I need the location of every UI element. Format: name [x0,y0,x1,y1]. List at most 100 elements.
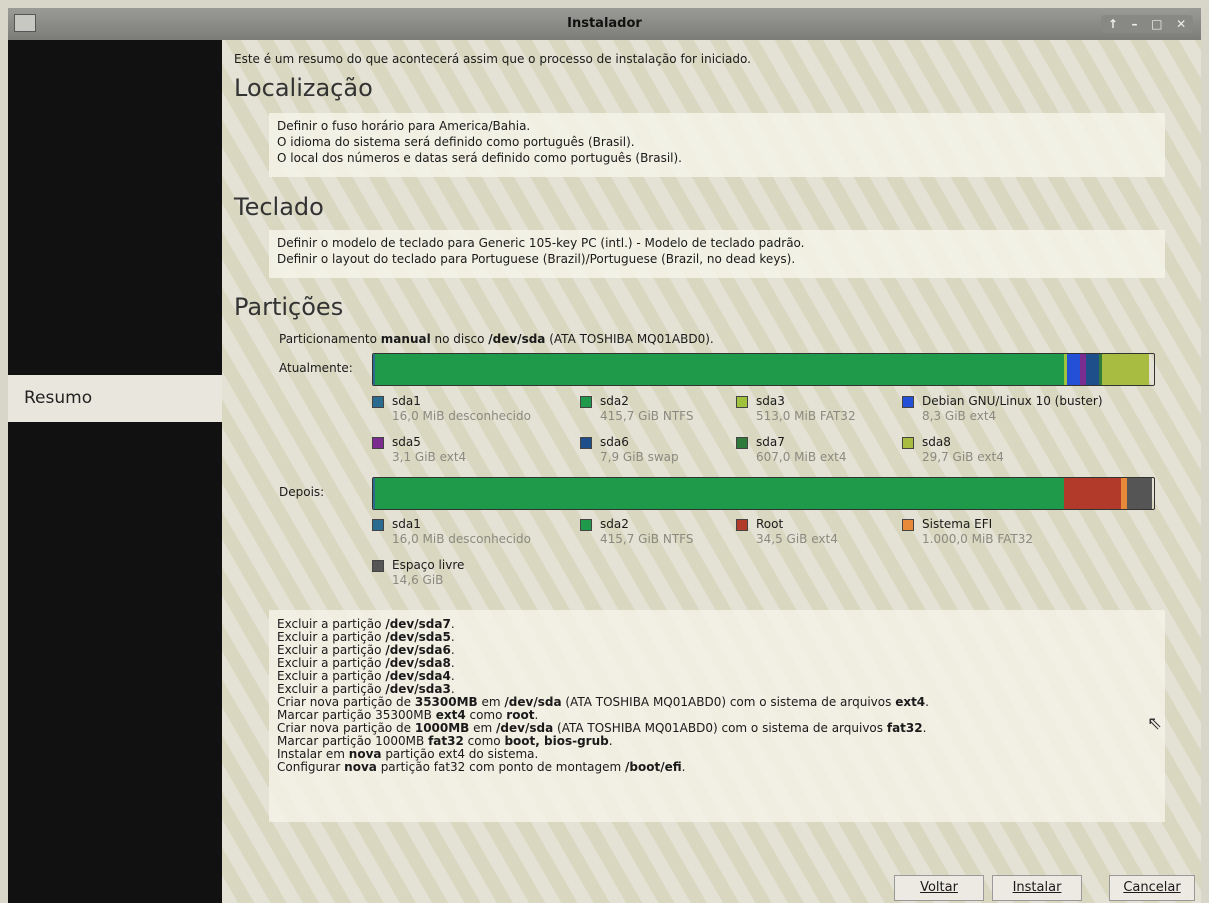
operation-text: ext4 [895,695,926,709]
section-title-particoes: Partições [234,293,344,321]
operation-text: Excluir a partição [277,630,386,644]
partition-name: Debian GNU/Linux 10 (buster) [922,394,1103,408]
operation-text: . [450,656,455,670]
after-label: Depois: [279,485,325,499]
operation-text: Instalar em [277,747,349,761]
partition-color-swatch [580,519,592,531]
current-partition-bar [372,353,1155,386]
maximize-icon[interactable]: □ [1151,17,1162,31]
operation-text: Excluir a partição [277,682,386,696]
partition-legend-item: Debian GNU/Linux 10 (buster) 8,3 GiB ext4 [902,394,1103,424]
operation-text: Excluir a partição [277,656,386,670]
partition-legend-item: sda3 513,0 MiB FAT32 [736,394,856,424]
teclado-line: Definir o layout do teclado para Portugu… [277,252,796,266]
partition-color-swatch [736,396,748,408]
summary-bold: manual [380,332,431,346]
minimize-icon[interactable]: – [1132,17,1138,31]
partition-legend-item: Sistema EFI 1.000,0 MiB FAT32 [902,517,1033,547]
partition-legend-item: Root 34,5 GiB ext4 [736,517,838,547]
operation-text: . [608,734,613,748]
partitioning-summary: Particionamento manual no disco /dev/sda… [279,332,714,346]
section-title-localizacao: Localização [234,74,373,102]
partition-name: Espaço livre [392,558,465,572]
operation-text: partição ext4 do sistema. [381,747,539,761]
summary-bold: /dev/sda [488,332,546,346]
operation-text: como [465,708,507,722]
operation-text: partição fat32 com ponto de montagem [376,760,625,774]
mouse-cursor-icon: ⇖ [1147,713,1163,734]
teclado-line: Definir o modelo de teclado para Generic… [277,236,805,250]
operation-text: /dev/sda4 [385,669,451,683]
partition-info: 607,0 MiB ext4 [756,450,847,464]
partition-segment [375,478,1065,509]
partition-legend-item: sda8 29,7 GiB ext4 [902,435,1004,465]
window-title: Instalador [567,16,642,31]
window-controls: ↑ – □ ✕ [1101,15,1193,33]
cancel-button[interactable]: Cancelar [1109,875,1195,901]
partition-name: sda7 [756,435,785,449]
operation-text: Criar nova partição de [277,721,415,735]
operation-text: em [477,695,505,709]
partition-info: 415,7 GiB NTFS [600,532,694,546]
operation-text: . [450,682,455,696]
partition-color-swatch [736,519,748,531]
back-button[interactable]: Voltar [894,875,984,901]
partition-color-swatch [736,437,748,449]
partition-name: sda5 [392,435,421,449]
operation-text: /dev/sda7 [385,617,451,631]
intro-text: Este é um resumo do que acontecerá assim… [234,52,751,66]
partition-color-swatch [372,560,384,572]
partition-legend-item: Espaço livre 14,6 GiB [372,558,464,588]
partition-color-swatch [372,437,384,449]
partition-name: sda6 [600,435,629,449]
operation-text: 1000MB [414,721,470,735]
operation-text: /dev/sda [504,695,562,709]
partition-legend-item: sda2 415,7 GiB NTFS [580,394,693,424]
partition-info: 16,0 MiB desconhecido [392,532,531,546]
operations-list: Excluir a partição /dev/sda7. Excluir a p… [269,610,1165,822]
operation-line: Configurar nova partição fat32 com ponto… [277,761,1157,774]
operation-text: 35300MB [414,695,478,709]
localizacao-box: Definir o fuso horário para America/Bahi… [269,113,1165,177]
section-title-teclado: Teclado [234,193,324,221]
partition-info: 513,0 MiB FAT32 [756,409,856,423]
partition-segment [375,354,1065,385]
operation-text: . [925,695,929,709]
partition-color-swatch [902,437,914,449]
partition-info: 415,7 GiB NTFS [600,409,694,423]
partition-color-swatch [902,519,914,531]
operation-text: Configurar [277,760,345,774]
partition-segment [1127,478,1152,509]
install-button[interactable]: Instalar [992,875,1082,901]
partition-name: sda2 [600,517,629,531]
localizacao-line: Definir o fuso horário para America/Bahi… [277,119,531,133]
operation-text: . [534,708,539,722]
partition-info: 34,5 GiB ext4 [756,532,838,546]
operation-text: (ATA TOSHIBA MQ01ABD0) com o sistema de … [553,721,887,735]
partition-legend-item: sda1 16,0 MiB desconhecido [372,517,531,547]
pin-icon[interactable]: ↑ [1108,17,1118,31]
partition-name: sda2 [600,394,629,408]
partition-info: 8,3 GiB ext4 [922,409,997,423]
partition-name: Root [756,517,784,531]
operation-text: Excluir a partição [277,643,386,657]
partition-name: sda1 [392,517,421,531]
partition-name: sda8 [922,435,951,449]
title-bar: Instalador ↑ – □ ✕ [8,8,1201,40]
operation-text: Marcar partição 1000MB [277,734,429,748]
summary-text: no disco [430,332,489,346]
operation-text: boot, bios-grub [504,734,609,748]
operation-text: /dev/sda5 [385,630,451,644]
close-icon[interactable]: ✕ [1176,17,1186,31]
partition-name: Sistema EFI [922,517,993,531]
partition-info: 3,1 GiB ext4 [392,450,467,464]
partition-color-swatch [580,437,592,449]
sidebar-item-label: Resumo [24,388,93,408]
operation-text: Excluir a partição [277,617,386,631]
partition-segment [1067,354,1080,385]
partition-segment [1102,354,1150,385]
operation-text: Marcar partição 35300MB [277,708,436,722]
operation-text: . [450,617,455,631]
operation-text: fat32 [428,734,464,748]
localizacao-line: O local dos números e datas será definid… [277,151,682,165]
